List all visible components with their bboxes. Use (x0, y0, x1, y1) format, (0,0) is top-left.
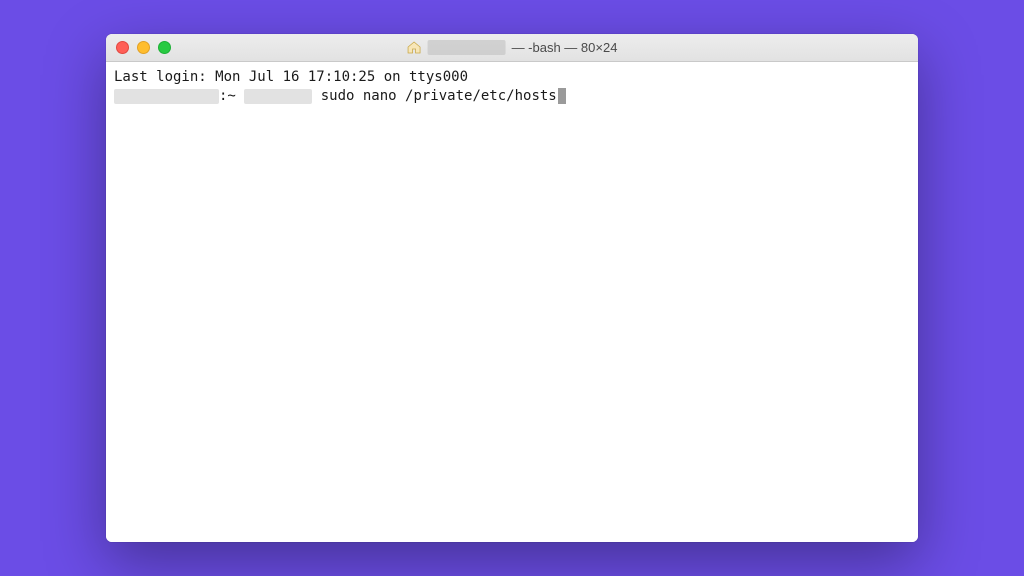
redacted-hostname (114, 89, 219, 104)
terminal-window: — -bash — 80×24 Last login: Mon Jul 16 1… (106, 34, 918, 542)
zoom-icon[interactable] (158, 41, 171, 54)
minimize-icon[interactable] (137, 41, 150, 54)
last-login-line: Last login: Mon Jul 16 17:10:25 on ttys0… (114, 68, 910, 87)
command-text: sudo nano /private/etc/hosts (312, 87, 556, 106)
terminal-body[interactable]: Last login: Mon Jul 16 17:10:25 on ttys0… (106, 62, 918, 542)
prompt-line: :~ sudo nano /private/etc/hosts (114, 87, 910, 106)
cursor (558, 88, 566, 104)
window-title: — -bash — 80×24 (407, 40, 618, 55)
redacted-title-text (428, 40, 506, 55)
prompt-separator: :~ (219, 87, 244, 106)
title-suffix: — -bash — 80×24 (512, 40, 618, 55)
close-icon[interactable] (116, 41, 129, 54)
last-login-text: Last login: Mon Jul 16 17:10:25 on ttys0… (114, 68, 468, 87)
traffic-lights (116, 41, 171, 54)
redacted-username (244, 89, 312, 104)
home-folder-icon (407, 41, 422, 54)
title-bar[interactable]: — -bash — 80×24 (106, 34, 918, 62)
